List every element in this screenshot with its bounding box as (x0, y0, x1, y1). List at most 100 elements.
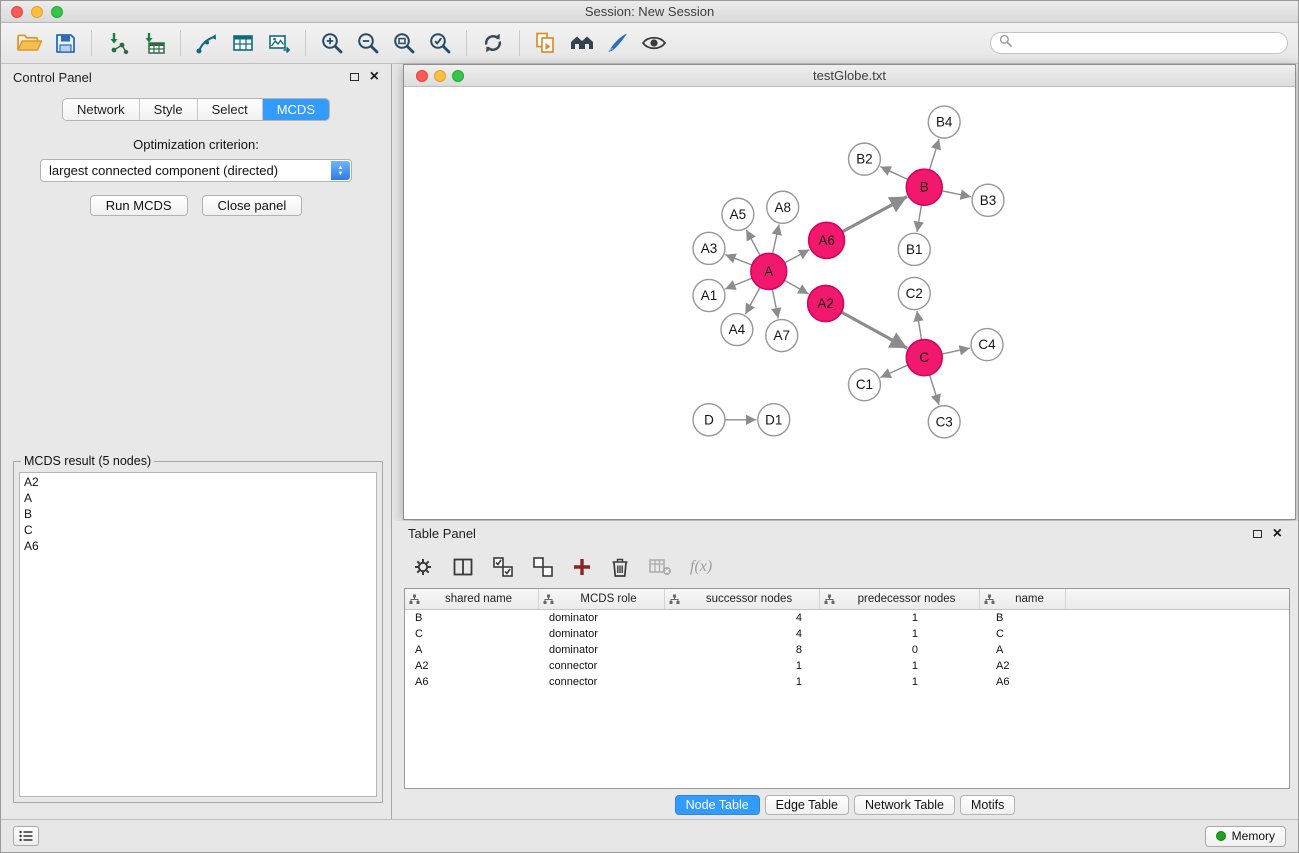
memory-button[interactable]: Memory (1205, 826, 1286, 847)
graph-node[interactable]: B1 (898, 233, 930, 265)
graph-edge[interactable] (784, 280, 808, 294)
graph-node[interactable]: A5 (722, 198, 754, 230)
new-network-button[interactable] (189, 27, 225, 59)
graph-edge[interactable] (785, 250, 810, 263)
graph-edge[interactable] (746, 230, 760, 256)
column-header-predecessor-nodes[interactable]: predecessor nodes (820, 589, 980, 609)
mcds-result-item[interactable]: A (20, 490, 376, 506)
graph-edge[interactable] (942, 191, 971, 197)
table-row[interactable]: Bdominator41B (405, 610, 1289, 626)
network-close-button[interactable] (416, 70, 428, 82)
open-session-button[interactable] (11, 27, 47, 59)
import-table-from-file-button[interactable] (136, 27, 172, 59)
column-header-successor-nodes[interactable]: successor nodes (665, 589, 820, 609)
table-row[interactable]: A6connector11A6 (405, 674, 1289, 690)
add-row-button[interactable] (572, 557, 592, 577)
zoom-out-button[interactable] (350, 27, 386, 59)
search-field[interactable] (990, 32, 1288, 54)
import-network-from-file-button[interactable] (100, 27, 136, 59)
status-menu-button[interactable] (13, 826, 39, 846)
home-view-button[interactable] (564, 27, 600, 59)
graph-edge[interactable] (880, 365, 908, 377)
delete-table-button[interactable] (648, 557, 672, 577)
tab-select[interactable]: Select (198, 99, 263, 120)
graph-node[interactable]: C1 (849, 369, 881, 401)
table-settings-button[interactable] (412, 556, 434, 578)
graph-edge[interactable] (725, 255, 752, 265)
zoom-in-button[interactable] (314, 27, 350, 59)
graph-edge[interactable] (745, 287, 760, 314)
minimize-window-button[interactable] (31, 6, 43, 18)
graph-node[interactable]: A4 (721, 314, 753, 346)
show-graphics-details-button[interactable] (636, 27, 672, 59)
graph-edge[interactable] (930, 139, 940, 170)
graph-node[interactable]: C2 (898, 277, 930, 309)
mcds-result-item[interactable]: A2 (20, 474, 376, 490)
column-header-shared-name[interactable]: shared name (405, 589, 539, 609)
table-row[interactable]: Cdominator41C (405, 626, 1289, 642)
zoom-fit-button[interactable] (386, 27, 422, 59)
zoom-selected-button[interactable] (422, 27, 458, 59)
mcds-result-item[interactable]: B (20, 506, 376, 522)
close-window-button[interactable] (11, 6, 23, 18)
graph-node[interactable]: A6 (809, 222, 845, 258)
graph-edge[interactable] (942, 348, 970, 354)
column-header-mcds-role[interactable]: MCDS role (539, 589, 665, 609)
graph-edge[interactable] (773, 224, 779, 253)
table-row[interactable]: Adominator80A (405, 642, 1289, 658)
graph-node[interactable]: A7 (766, 320, 798, 352)
function-builder-button[interactable]: f(x) (690, 558, 712, 576)
select-all-rows-button[interactable] (492, 556, 514, 578)
graph-node[interactable]: A2 (808, 285, 844, 321)
graph-edge[interactable] (841, 312, 907, 348)
search-input[interactable] (1016, 35, 1279, 51)
export-image-button[interactable] (261, 27, 297, 59)
copy-view-button[interactable] (528, 27, 564, 59)
new-table-button[interactable] (225, 27, 261, 59)
network-graph[interactable]: B4B2BB3A5A8A6A3B1AC2A1A2A4A7C4CC1C3DD1 (404, 87, 1295, 519)
graph-node[interactable]: C (906, 340, 942, 376)
tab-mcds[interactable]: MCDS (263, 99, 329, 120)
graph-node[interactable]: A8 (767, 191, 799, 223)
graph-node[interactable]: C3 (928, 406, 960, 438)
column-layout-button[interactable] (452, 556, 474, 578)
unselect-all-rows-button[interactable] (532, 556, 554, 578)
refresh-layout-button[interactable] (475, 27, 511, 59)
graph-node[interactable]: A (751, 253, 787, 289)
save-session-button[interactable] (47, 27, 83, 59)
graph-edge[interactable] (917, 205, 921, 232)
graph-node[interactable]: D1 (758, 404, 790, 436)
graph-edge[interactable] (880, 167, 908, 180)
graph-edge[interactable] (842, 197, 907, 232)
column-header-name[interactable]: name (980, 589, 1066, 609)
graph-node[interactable]: B2 (849, 143, 881, 175)
criterion-dropdown[interactable]: largest connected component (directed) ▲… (40, 159, 352, 182)
tab-network[interactable]: Network (63, 99, 140, 120)
graph-node[interactable]: A3 (693, 232, 725, 264)
float-panel-icon[interactable] (350, 73, 359, 81)
network-zoom-button[interactable] (452, 70, 464, 82)
mcds-result-list[interactable]: A2ABCA6 (19, 472, 377, 797)
float-table-panel-icon[interactable] (1253, 530, 1262, 538)
tab-style[interactable]: Style (140, 99, 198, 120)
graph-edge[interactable] (725, 278, 752, 289)
network-minimize-button[interactable] (434, 70, 446, 82)
table-row[interactable]: A2connector11A2 (405, 658, 1289, 674)
tab-motifs[interactable]: Motifs (960, 795, 1015, 815)
graph-node[interactable]: B (906, 169, 942, 205)
close-panel-icon[interactable]: × (370, 71, 379, 83)
graph-edge[interactable] (930, 375, 939, 405)
delete-rows-button[interactable] (610, 556, 630, 578)
tab-node-table[interactable]: Node Table (675, 795, 760, 815)
graph-edge[interactable] (772, 289, 778, 318)
close-table-panel-icon[interactable]: × (1273, 528, 1282, 540)
graph-node[interactable]: A1 (693, 279, 725, 311)
tab-edge-table[interactable]: Edge Table (765, 795, 849, 815)
graph-node[interactable]: B4 (928, 106, 960, 138)
graph-edge[interactable] (917, 311, 921, 340)
run-mcds-button[interactable]: Run MCDS (90, 195, 188, 216)
network-canvas[interactable]: B4B2BB3A5A8A6A3B1AC2A1A2A4A7C4CC1C3DD1 (404, 87, 1295, 519)
zoom-window-button[interactable] (51, 6, 63, 18)
apply-style-button[interactable] (600, 27, 636, 59)
close-panel-button[interactable]: Close panel (202, 195, 303, 216)
